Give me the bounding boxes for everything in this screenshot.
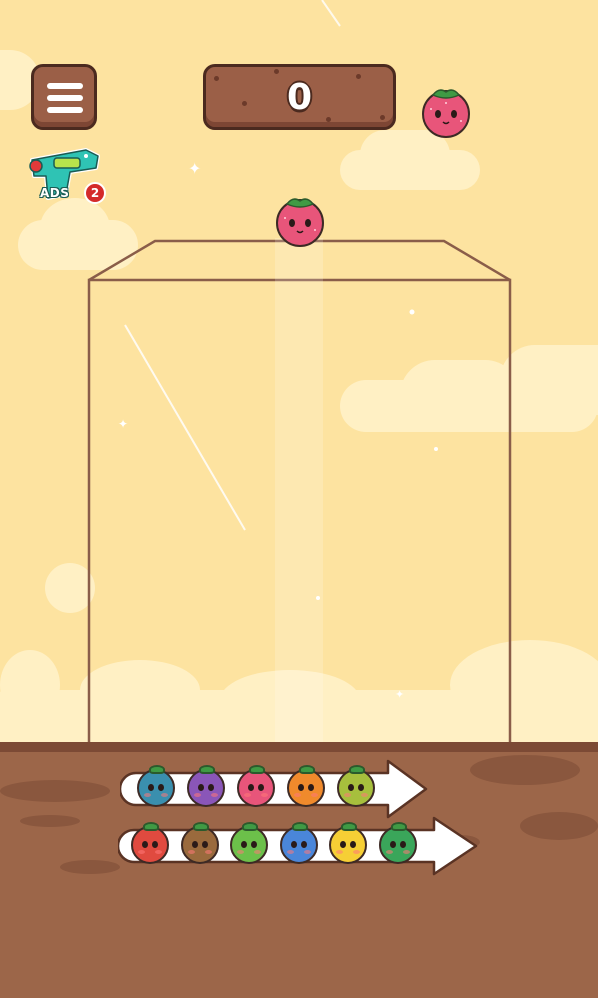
ground-blotch (20, 815, 80, 827)
svg-text:✦: ✦ (395, 688, 404, 701)
ground-blotch (520, 812, 598, 840)
ground-blotch (60, 860, 120, 874)
fruit-lemon (329, 822, 367, 864)
fruit-watermelon (378, 822, 417, 864)
svg-text:✦: ✦ (188, 159, 201, 178)
fruit-kiwi (180, 822, 219, 864)
score-panel: 0 (203, 64, 396, 130)
fruit-blueberry-eye (137, 765, 175, 807)
game-stage[interactable]: ✦ ✦ ✦ 0 ADS 2 (0, 0, 598, 998)
fruit-grape (187, 765, 225, 807)
fruit-strawberry (237, 765, 275, 807)
drop-guide (275, 238, 323, 743)
powerup-count-badge: 2 (84, 182, 106, 204)
ground-edge (0, 742, 598, 752)
fruit-tomato (131, 822, 169, 864)
ground-blotch (0, 780, 110, 802)
fruit-blue-fruit (279, 822, 318, 864)
current-fruit-strawberry[interactable] (273, 195, 327, 249)
next-fruit-strawberry (422, 89, 470, 138)
svg-text:✦: ✦ (118, 417, 128, 431)
menu-button[interactable] (31, 64, 97, 130)
powerup-label: ADS (40, 186, 70, 200)
fruit-green-apple (230, 822, 268, 864)
fruit-lime (337, 765, 375, 807)
ground-blotch (470, 755, 580, 785)
score-value: 0 (286, 76, 313, 118)
fruit-orange (287, 765, 325, 807)
